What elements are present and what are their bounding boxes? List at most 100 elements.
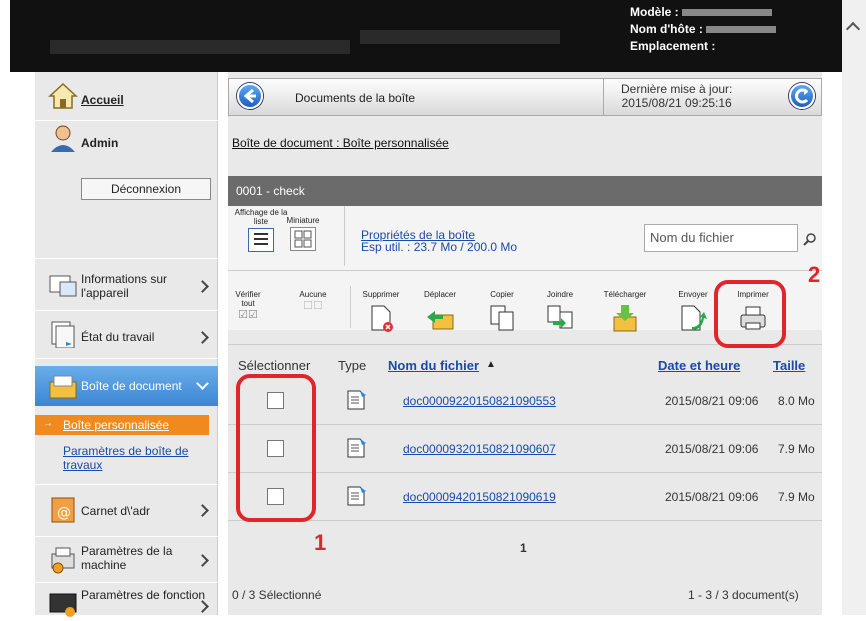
chevron-right-icon	[196, 600, 209, 613]
sidebar-item-machine-settings[interactable]: Paramètres de la machine	[81, 544, 217, 572]
thumbnail-view-label: Miniature	[286, 216, 320, 225]
sidebar-item-document-box-label: Boîte de document	[81, 379, 182, 393]
file-name-link[interactable]: doc00009320150821090607	[403, 442, 556, 456]
move-icon	[427, 311, 454, 330]
column-type: Type	[338, 358, 367, 373]
arrow-right-icon: →	[43, 418, 53, 429]
list-view-button[interactable]: Affichage de la liste	[232, 208, 290, 252]
send-label: Envoyer	[678, 290, 708, 299]
download-label: Télécharger	[603, 290, 647, 299]
page-title: Documents de la boîte	[295, 91, 416, 105]
function-settings-icon	[48, 590, 78, 618]
download-icon	[613, 305, 637, 332]
selection-count: 0 / 3 Sélectionné	[232, 588, 322, 602]
breadcrumb[interactable]: Boîte de document : Boîte personnalisée	[232, 136, 449, 150]
none-button[interactable]: Aucune ☐☐	[298, 290, 328, 312]
list-icon	[248, 228, 274, 252]
refresh-button[interactable]	[789, 83, 815, 109]
logout-button[interactable]: Déconnexion	[81, 178, 211, 200]
callout-number-1: 1	[314, 530, 327, 555]
file-size: 8.0 Mo	[778, 394, 815, 408]
move-label: Déplacer	[423, 290, 456, 299]
space-used: Esp util. : 23.7 Mo / 200.0 Mo	[361, 240, 518, 254]
document-type-icon	[347, 438, 366, 458]
filename-search-input[interactable]: Nom du fichier	[644, 224, 798, 252]
host-label: Nom d'hôte :	[630, 22, 703, 36]
scroll-up-icon[interactable]	[845, 21, 861, 37]
list-view-label: Affichage de la liste	[234, 208, 288, 226]
sidebar-item-job-status[interactable]: État du travail	[81, 330, 154, 344]
delete-button[interactable]: Supprimer	[360, 290, 402, 335]
page-number[interactable]: 1	[520, 541, 527, 555]
thumbnail-icon	[290, 227, 316, 251]
uncheck-icon: ☐☐	[303, 300, 323, 312]
footer: 0 / 3 Sélectionné 1 - 3 / 3 document(s)	[228, 585, 822, 615]
device-info: Modèle : Nom d'hôte : Emplacement :	[630, 4, 777, 55]
last-update: Dernière mise à jour: 2015/08/21 09:25:1…	[621, 82, 732, 110]
svg-text:@: @	[57, 505, 71, 521]
sidebar-subitem-job-box-settings[interactable]: Paramètres de boîte de travaux	[63, 444, 213, 472]
move-button[interactable]: Déplacer	[420, 290, 460, 335]
join-button[interactable]: Joindre	[540, 290, 580, 335]
thumbnail-view-button[interactable]: Miniature	[286, 216, 320, 251]
file-date: 2015/08/21 09:06	[665, 490, 759, 504]
document-box-icon	[48, 372, 78, 400]
model-label: Modèle :	[630, 5, 679, 19]
copy-icon	[490, 305, 514, 331]
file-size: 7.9 Mo	[778, 490, 815, 504]
none-label: Aucune	[299, 290, 327, 299]
table-row: doc00009320150821090607 2015/08/21 09:06…	[228, 425, 822, 473]
home-icon	[48, 82, 78, 110]
title-bar: Documents de la boîte Dernière mise à jo…	[228, 78, 822, 116]
job-status-icon	[48, 320, 78, 349]
scrollbar[interactable]	[842, 0, 866, 615]
callout-ring-2	[714, 280, 786, 348]
home-link[interactable]: Accueil	[81, 93, 124, 107]
delete-label: Supprimer	[362, 290, 400, 299]
sidebar-subitem-custom-box-label[interactable]: Boîte personnalisée	[63, 418, 169, 432]
device-info-icon	[48, 272, 78, 300]
callout-ring-1	[236, 374, 316, 522]
copy-button[interactable]: Copier	[484, 290, 520, 335]
machine-settings-icon	[48, 546, 78, 574]
document-count: 1 - 3 / 3 document(s)	[688, 588, 799, 602]
table-row: doc00009220150821090553 2015/08/21 09:06…	[228, 377, 822, 425]
location-label: Emplacement :	[630, 39, 716, 53]
download-button[interactable]: Télécharger	[600, 290, 650, 335]
list-header: Sélectionner Type Nom du fichier ▲ Date …	[228, 356, 822, 378]
delete-icon	[371, 305, 393, 332]
send-icon	[681, 305, 707, 331]
chevron-right-icon	[196, 504, 209, 517]
file-name-link[interactable]: doc00009420150821090619	[403, 490, 556, 504]
back-button[interactable]	[237, 83, 263, 109]
check-all-icon: ☑☑	[238, 309, 258, 321]
chevron-right-icon	[196, 331, 209, 344]
column-filename[interactable]: Nom du fichier	[388, 358, 479, 373]
check-all-label: Vérifier tout	[235, 290, 261, 308]
main-content: Documents de la boîte Dernière mise à jo…	[228, 72, 822, 615]
sidebar-item-function-settings[interactable]: Paramètres de fonction	[81, 588, 205, 602]
callout-number-2: 2	[808, 262, 821, 287]
last-update-value: 2015/08/21 09:25:16	[621, 96, 732, 110]
search-icon[interactable]	[803, 232, 817, 249]
copy-label: Copier	[490, 290, 514, 299]
file-name-link[interactable]: doc00009220150821090553	[403, 394, 556, 408]
column-date[interactable]: Date et heure	[658, 358, 740, 373]
column-select: Sélectionner	[238, 358, 311, 373]
last-update-label: Dernière mise à jour:	[621, 82, 733, 96]
document-type-icon	[347, 486, 366, 506]
box-name: 0001 - check	[228, 176, 822, 206]
file-date: 2015/08/21 09:06	[665, 394, 759, 408]
join-icon	[547, 305, 573, 329]
sidebar-item-address-book[interactable]: Carnet d\'adr	[81, 504, 150, 518]
column-size[interactable]: Taille	[773, 358, 805, 373]
user-name: Admin	[81, 136, 119, 150]
send-button[interactable]: Envoyer	[672, 290, 714, 335]
sidebar: Accueil Admin Déconnexion Informations s…	[35, 72, 218, 618]
table-row: doc00009420150821090619 2015/08/21 09:06…	[228, 473, 822, 521]
address-book-icon: @	[48, 496, 78, 524]
document-type-icon	[347, 390, 366, 410]
top-banner: Modèle : Nom d'hôte : Emplacement :	[10, 0, 842, 72]
check-all-button[interactable]: Vérifier tout ☑☑	[230, 290, 266, 321]
file-date: 2015/08/21 09:06	[665, 442, 759, 456]
